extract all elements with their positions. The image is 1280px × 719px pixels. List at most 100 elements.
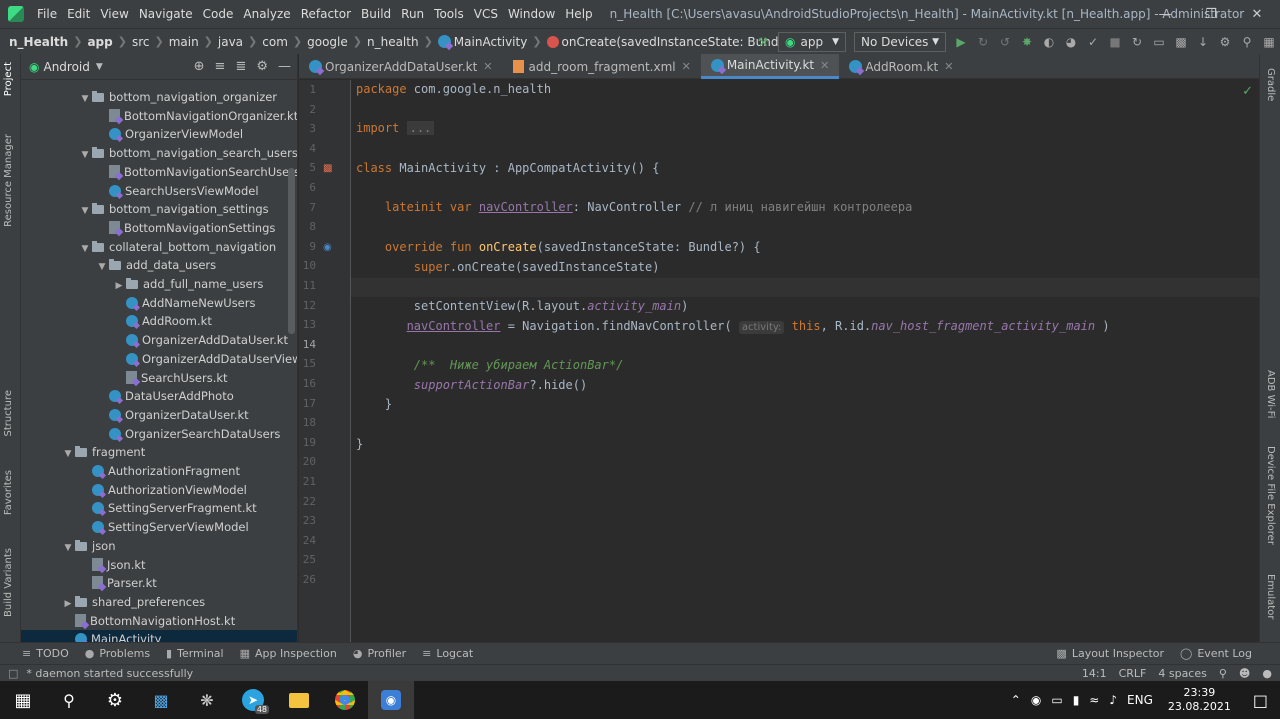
grid-icon[interactable]: ▦	[1258, 32, 1280, 52]
tab-addroom[interactable]: AddRoom.kt ✕	[839, 54, 963, 79]
tab-add-room-fragment-xml[interactable]: add_room_fragment.xml ✕	[503, 54, 701, 79]
tree-file[interactable]: BottomNavigationOrganizer.kt	[21, 107, 297, 126]
tree-file[interactable]: SearchUsersViewModel	[21, 182, 297, 201]
project-view-select[interactable]: Android	[43, 60, 89, 74]
tree-file[interactable]: AddNameNewUsers	[21, 294, 297, 313]
notifications-icon[interactable]: ●	[1262, 667, 1272, 680]
menu-code[interactable]: Code	[198, 7, 239, 21]
breadcrumb-main[interactable]: main	[166, 35, 202, 49]
attach-debugger-icon[interactable]: ✓	[1082, 32, 1104, 52]
gear-icon[interactable]: ⚙	[256, 59, 268, 74]
locate-file-icon[interactable]: ⊕	[194, 59, 205, 74]
device-manager-icon[interactable]: ▭	[1148, 32, 1170, 52]
tool-tab-adb-wifi[interactable]: ADB Wi-Fi	[1265, 370, 1276, 418]
profile-icon[interactable]: ◕	[1060, 32, 1082, 52]
tree-folder[interactable]: ▼ bottom_navigation_search_users	[21, 144, 297, 163]
tool-tab-emulator[interactable]: Emulator	[1265, 574, 1276, 619]
line-separator[interactable]: CRLF	[1119, 667, 1147, 680]
caret-position[interactable]: 14:1	[1082, 667, 1107, 680]
usb-icon[interactable]: ▭	[1046, 693, 1067, 707]
lock-icon[interactable]: ⚲	[1219, 667, 1227, 680]
tree-file[interactable]: SearchUsers.kt	[21, 369, 297, 388]
tool-window-toggle-icon[interactable]: □	[0, 667, 26, 680]
tree-file[interactable]: OrganizerAddDataUser.kt	[21, 331, 297, 350]
taskbar-search-button[interactable]: ⚲	[46, 681, 92, 719]
tool-logcat[interactable]: ≡ Logcat	[414, 647, 481, 660]
run-icon[interactable]: ▶	[950, 32, 972, 52]
wifi-icon[interactable]: ≈	[1084, 693, 1104, 707]
tree-file[interactable]: SettingServerFragment.kt	[21, 499, 297, 518]
tool-app-inspection[interactable]: ▦ App Inspection	[232, 647, 345, 660]
collapse-all-icon[interactable]: ≣	[235, 59, 246, 74]
code-editor[interactable]: ▩ ◉ 1 2 3 4 5 6 7 8 9 10 11 12 13 14 15 16 17 18 19 20 21 22 2…	[299, 80, 1259, 642]
tool-todo[interactable]: ≡ TODO	[0, 647, 77, 660]
rerun-icon[interactable]: ↻	[972, 32, 994, 52]
tree-folder[interactable]: ▼ collateral_bottom_navigation	[21, 238, 297, 257]
hide-panel-icon[interactable]: —	[278, 59, 291, 74]
tree-folder[interactable]: ▼ bottom_navigation_settings	[21, 200, 297, 219]
sdk-manager-icon[interactable]: ↓	[1192, 32, 1214, 52]
tree-file[interactable]: BottomNavigationSettings	[21, 219, 297, 238]
menu-file[interactable]: File	[32, 7, 62, 21]
clock[interactable]: 23:39 23.08.2021	[1158, 686, 1241, 714]
inspector-face-icon[interactable]: ☻	[1239, 667, 1250, 680]
breadcrumb-google[interactable]: google	[304, 35, 351, 49]
breadcrumb-src[interactable]: src	[129, 35, 153, 49]
tool-tab-device-file-explorer[interactable]: Device File Explorer	[1265, 446, 1276, 545]
line-number-gutter[interactable]: ▩ ◉ 1 2 3 4 5 6 7 8 9 10 11 12 13 14 15 16 17 18 19 20 21 22 2…	[299, 80, 351, 642]
tool-tab-build-variants[interactable]: Build Variants	[3, 548, 14, 617]
breadcrumb-project[interactable]: n_Health	[6, 35, 71, 49]
taskbar-telegram[interactable]: ➤ 48	[230, 681, 276, 719]
tab-mainactivity[interactable]: MainActivity.kt ✕	[700, 54, 840, 79]
run-coverage-icon[interactable]: ◐	[1038, 32, 1060, 52]
menu-run[interactable]: Run	[396, 7, 429, 21]
device-select[interactable]: No Devices ▼	[854, 32, 946, 52]
override-gutter-icon[interactable]: ◉	[323, 242, 337, 254]
tree-folder[interactable]: ▼ add_data_users	[21, 256, 297, 275]
close-icon[interactable]: ✕	[1234, 0, 1280, 28]
tree-file[interactable]: AuthorizationViewModel	[21, 481, 297, 500]
tool-event-log[interactable]: ◯ Event Log	[1172, 647, 1280, 660]
close-tab-icon[interactable]: ✕	[820, 59, 829, 72]
menu-navigate[interactable]: Navigate	[134, 7, 198, 21]
close-tab-icon[interactable]: ✕	[682, 60, 691, 73]
taskbar-chrome[interactable]	[322, 681, 368, 719]
menu-vcs[interactable]: VCS	[469, 7, 503, 21]
taskbar-android-studio[interactable]: ◉	[368, 681, 414, 719]
notification-center-icon[interactable]: □	[1241, 691, 1280, 710]
taskbar-app-bird[interactable]: ❋	[184, 681, 230, 719]
menu-build[interactable]: Build	[356, 7, 396, 21]
menu-window[interactable]: Window	[503, 7, 560, 21]
windows-start-button[interactable]: ▦	[0, 681, 46, 719]
tree-file[interactable]: AuthorizationFragment	[21, 462, 297, 481]
minimize-icon[interactable]: —	[1142, 0, 1188, 28]
menu-view[interactable]: View	[95, 7, 133, 21]
tool-tab-favorites[interactable]: Favorites	[3, 470, 14, 515]
input-language[interactable]: ENG	[1122, 693, 1158, 707]
layout-inspector-icon[interactable]: ▩	[1170, 32, 1192, 52]
tree-file[interactable]: OrganizerDataUser.kt	[21, 406, 297, 425]
search-icon[interactable]: ⚲	[1236, 32, 1258, 52]
expand-all-icon[interactable]: ≡	[215, 59, 226, 74]
tool-problems[interactable]: ● Problems	[77, 647, 158, 660]
class-gutter-icon[interactable]: ▩	[323, 163, 337, 175]
menu-refactor[interactable]: Refactor	[296, 7, 356, 21]
tree-folder[interactable]: ▼ json	[21, 537, 297, 556]
tool-tab-gradle[interactable]: Gradle	[1265, 68, 1276, 101]
chevron-down-icon[interactable]: ▼	[96, 62, 103, 72]
tool-terminal[interactable]: ▮ Terminal	[158, 647, 232, 660]
tool-tab-project[interactable]: Project	[3, 62, 14, 96]
volume-icon[interactable]: ♪	[1104, 693, 1122, 707]
tree-file[interactable]: BottomNavigationHost.kt	[21, 612, 297, 631]
taskbar-control-panel[interactable]: ▩	[138, 681, 184, 719]
tool-layout-inspector[interactable]: ▩ Layout Inspector	[1048, 647, 1172, 660]
restore-icon[interactable]: ❐	[1188, 0, 1234, 28]
show-hidden-icons-icon[interactable]: ⌃	[1006, 693, 1026, 707]
tool-tab-resource-manager[interactable]: Resource Manager	[3, 134, 14, 227]
menu-analyze[interactable]: Analyze	[238, 7, 295, 21]
tree-file[interactable]: AddRoom.kt	[21, 312, 297, 331]
build-hammer-icon[interactable]: ⚒	[752, 32, 774, 52]
tool-profiler[interactable]: ◕ Profiler	[345, 647, 414, 660]
menu-help[interactable]: Help	[560, 7, 597, 21]
taskbar-settings[interactable]: ⚙	[92, 681, 138, 719]
